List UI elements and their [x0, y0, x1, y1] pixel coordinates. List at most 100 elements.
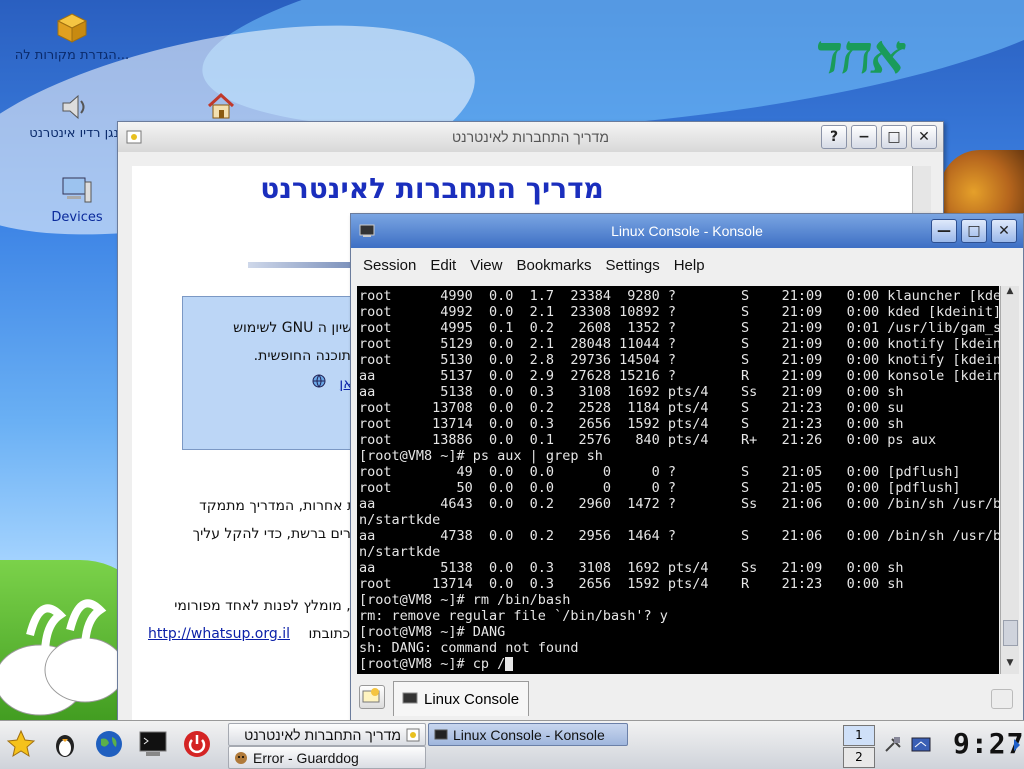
desktop-icon-devices[interactable]: Devices	[44, 176, 110, 225]
desktop-icon-label: Devices	[51, 210, 103, 225]
tab-label: Linux Console	[424, 690, 520, 708]
task-konsole[interactable]: Linux Console - Konsole	[428, 723, 628, 746]
terminal-line: root 13714 0.0 0.3 2656 1592 pts/4 S 21:…	[359, 416, 904, 432]
pager-desktop-2[interactable]: 2	[843, 747, 875, 768]
body-line: חרים ברשת, כדי להקל עליך	[192, 526, 360, 542]
terminal-prompt: [root@VM8 ~]# cp /	[359, 656, 506, 672]
new-session-button[interactable]	[359, 685, 385, 709]
terminal-line: root 5129 0.0 2.1 28048 11044 ? S 21:09 …	[359, 336, 999, 352]
tray-expand-arrow-icon[interactable]	[1012, 737, 1022, 753]
maximize-button[interactable]: □	[881, 125, 907, 149]
home-folder-icon[interactable]	[206, 92, 236, 120]
tab-linux-console[interactable]: Linux Console	[393, 681, 529, 716]
window-menu-icon[interactable]	[126, 129, 142, 145]
close-button[interactable]: ✕	[911, 125, 937, 149]
terminal-line: root 13708 0.0 0.2 2528 1184 pts/4 S 21:…	[359, 400, 904, 416]
menu-settings[interactable]: Settings	[606, 257, 660, 274]
terminal-line: root 5130 0.0 2.8 29736 14504 ? S 21:09 …	[359, 352, 999, 368]
terminal-line: aa 4643 0.0 0.2 2960 1472 ? Ss 21:06 0:0…	[359, 496, 999, 512]
body-line: ם, מומלץ לפנות לאחד מפורומי	[174, 598, 360, 614]
terminal-line: aa 4738 0.0 0.2 2956 1464 ? S 21:06 0:00…	[359, 528, 999, 544]
body-line: ות אחרות, המדריך מתמקד	[199, 498, 360, 514]
penguin-icon	[56, 735, 74, 757]
konsole-window[interactable]: Linux Console - Konsole — □ ✕ Session Ed…	[350, 213, 1024, 722]
desktop-icon-label: הגדרת מקורות לה...	[14, 48, 130, 63]
pager-desktop-1[interactable]: 1	[843, 725, 875, 746]
terminal-line: sh: DANG: command not found	[359, 640, 579, 656]
close-tab-button[interactable]	[991, 689, 1013, 709]
menu-view[interactable]: View	[470, 257, 502, 274]
terminal-line: aa 5137 0.0 2.9 27628 15216 ? R 21:09 0:…	[359, 368, 999, 384]
logout-icon	[184, 731, 210, 757]
distro-logo: אחד	[815, 22, 906, 86]
terminal-line: root 4995 0.1 0.2 2608 1352 ? S 21:09 0:…	[359, 320, 999, 336]
minimize-button[interactable]: —	[931, 219, 957, 243]
terminal-line: aa 5138 0.0 0.3 3108 1692 pts/4 Ss 21:09…	[359, 560, 904, 576]
guarddog-icon	[235, 751, 247, 764]
lion-mascot-decoration	[940, 150, 1024, 220]
terminal-line: aa 5138 0.0 0.3 3108 1692 pts/4 Ss 21:09…	[359, 384, 904, 400]
gnu-line: רשיון ה GNU לשימוש	[233, 320, 360, 336]
task-label: Error - Guarddog	[253, 749, 359, 766]
scroll-up-arrow-icon[interactable]: ▲	[1001, 286, 1019, 302]
package-box-icon	[56, 13, 88, 43]
scroll-down-arrow-icon[interactable]: ▼	[1001, 658, 1019, 674]
menu-edit[interactable]: Edit	[430, 257, 456, 274]
browser-titlebar[interactable]: מדריך התחברות לאינטרנט ? − □ ✕	[118, 122, 943, 152]
terminal-icon	[434, 729, 448, 739]
terminal-cursor	[505, 657, 514, 671]
launcher-browser[interactable]	[92, 727, 126, 761]
konsole-tabbar: Linux Console	[351, 675, 1023, 721]
taskbar: מדריך התחברות לאינטרנט Error - Guarddog …	[0, 720, 1024, 769]
maximize-button[interactable]: □	[961, 219, 987, 243]
task-label: מדריך התחברות לאינטרנט	[244, 726, 401, 743]
terminal-icon	[139, 731, 167, 756]
close-button[interactable]: ✕	[991, 219, 1017, 243]
desktop-icon-sources[interactable]: הגדרת מקורות לה...	[8, 12, 136, 63]
task-label: Linux Console - Konsole	[453, 726, 605, 743]
task-browser[interactable]: מדריך התחברות לאינטרנט	[228, 723, 426, 746]
browser-scrollbar[interactable]	[912, 166, 931, 214]
menu-help[interactable]: Help	[674, 257, 705, 274]
new-tab-icon	[362, 688, 380, 703]
computer-icon	[62, 177, 92, 203]
globe-link-icon	[312, 374, 326, 388]
terminal-line: root 50 0.0 0.0 0 0 ? S 21:05 0:00 [pdfl…	[359, 480, 961, 496]
terminal-line: n/startkde	[359, 544, 441, 560]
terminal-line: root 13886 0.0 0.1 2576 840 pts/4 R+ 21:…	[359, 432, 937, 448]
launcher-kpersonalizer[interactable]	[48, 727, 82, 761]
minimize-button[interactable]: −	[851, 125, 877, 149]
task-guarddog[interactable]: Error - Guarddog	[228, 746, 426, 769]
start-menu-button[interactable]	[4, 727, 38, 761]
scrollbar-thumb[interactable]	[1003, 620, 1018, 646]
window-title: Linux Console - Konsole	[611, 223, 763, 239]
terminal-icon	[402, 692, 418, 704]
terminal-line: [root@VM8 ~]# DANG	[359, 624, 506, 640]
terminal-output: root 4990 0.0 1.7 23384 9280 ? S 21:09 0…	[357, 286, 999, 656]
swans-decoration	[0, 599, 126, 716]
desktop-pager: 1 2	[843, 725, 875, 768]
page-heading: מדריך התחברות לאינטרנט	[260, 172, 604, 205]
star-icon	[6, 729, 36, 758]
terminal-line: root 49 0.0 0.0 0 0 ? S 21:05 0:00 [pdfl…	[359, 464, 961, 480]
terminal-line: [root@VM8 ~]# ps aux | grep sh	[359, 448, 603, 464]
terminal-scrollbar[interactable]: ▲ ▼	[1000, 286, 1019, 674]
satellite-tray-icon[interactable]	[882, 735, 904, 755]
menu-session[interactable]: Session	[363, 257, 416, 274]
terminal-line: [root@VM8 ~]# rm /bin/bash	[359, 592, 571, 608]
menu-bookmarks[interactable]: Bookmarks	[516, 257, 591, 274]
konsole-titlebar[interactable]: Linux Console - Konsole — □ ✕	[351, 214, 1023, 248]
display-tray-icon[interactable]	[910, 735, 932, 755]
launcher-logout[interactable]	[180, 727, 214, 761]
terminal-icon[interactable]	[359, 223, 375, 239]
window-menu-icon	[406, 728, 420, 741]
launcher-terminal[interactable]	[136, 727, 170, 761]
gnu-line: התוכנה החופשית.	[253, 348, 360, 364]
terminal-line: root 4992 0.0 2.1 23308 10892 ? S 21:09 …	[359, 304, 999, 320]
terminal-screen[interactable]: root 4990 0.0 1.7 23384 9280 ? S 21:09 0…	[357, 286, 999, 674]
help-button[interactable]: ?	[821, 125, 847, 149]
terminal-line: root 4990 0.0 1.7 23384 9280 ? S 21:09 0…	[359, 288, 999, 304]
whatsup-link[interactable]: http://whatsup.org.il	[148, 626, 290, 642]
speaker-icon	[62, 94, 85, 120]
konsole-menubar: Session Edit View Bookmarks Settings Hel…	[351, 248, 1023, 282]
